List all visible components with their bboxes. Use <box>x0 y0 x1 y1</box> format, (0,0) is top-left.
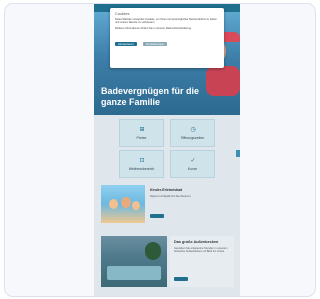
tile-label: Wellnessbereich <box>128 167 155 171</box>
kids-card-subtitle: Spiel und Spaß für die Kleinen <box>150 194 191 198</box>
kid-face-image <box>132 201 140 210</box>
mobile-page: Badevergnügen für die ganze Familie Cook… <box>94 4 240 296</box>
tile-label: Kurse <box>187 167 198 171</box>
spa-icon: ⊡ <box>139 158 145 164</box>
consent-body-more: Weitere Informationen finden Sie in unse… <box>115 26 192 30</box>
pool-card-text: Genießen Sie entspannte Stunden in unser… <box>174 247 228 254</box>
pool-card-title: Das große Außenbecken <box>174 240 219 244</box>
outdoor-pool-image <box>101 236 167 287</box>
consent-settings-button[interactable]: Einstellungen <box>143 41 168 46</box>
kids-pool-image <box>101 185 145 223</box>
pool-card-button[interactable] <box>174 277 188 281</box>
tile-label: Öffnungszeiten <box>180 136 205 140</box>
pool-water-image <box>107 266 161 280</box>
checklist-icon: ✓ <box>190 158 196 164</box>
tile-opening-hours[interactable]: ◷ Öffnungszeiten <box>170 119 215 147</box>
kids-card-button[interactable] <box>150 214 164 218</box>
consent-title: Cookies <box>115 11 130 16</box>
tile-courses[interactable]: ✓ Kurse <box>170 150 215 178</box>
kids-card-title: Kinder-Erlebnisbad <box>150 188 183 192</box>
kid-face-image <box>121 197 131 208</box>
cookie-consent-dialog[interactable]: Cookies Diese Website verwendet Cookies,… <box>110 8 224 68</box>
tile-wellness[interactable]: ⊡ Wellnessbereich <box>119 150 164 178</box>
ticket-icon: ⊞ <box>139 127 145 133</box>
side-tab-handle[interactable] <box>236 150 240 157</box>
consent-body: Diese Website verwendet Cookies, um Ihne… <box>115 18 217 25</box>
tree-image <box>145 242 161 260</box>
tile-prices[interactable]: ⊞ Preise <box>119 119 164 147</box>
tile-label: Preise <box>136 136 147 140</box>
kid-face-image <box>109 199 118 209</box>
consent-accept-button[interactable]: Akzeptieren <box>115 41 137 46</box>
clock-icon: ◷ <box>190 127 196 133</box>
hero-headline: Badevergnügen für die ganze Familie <box>101 86 200 107</box>
